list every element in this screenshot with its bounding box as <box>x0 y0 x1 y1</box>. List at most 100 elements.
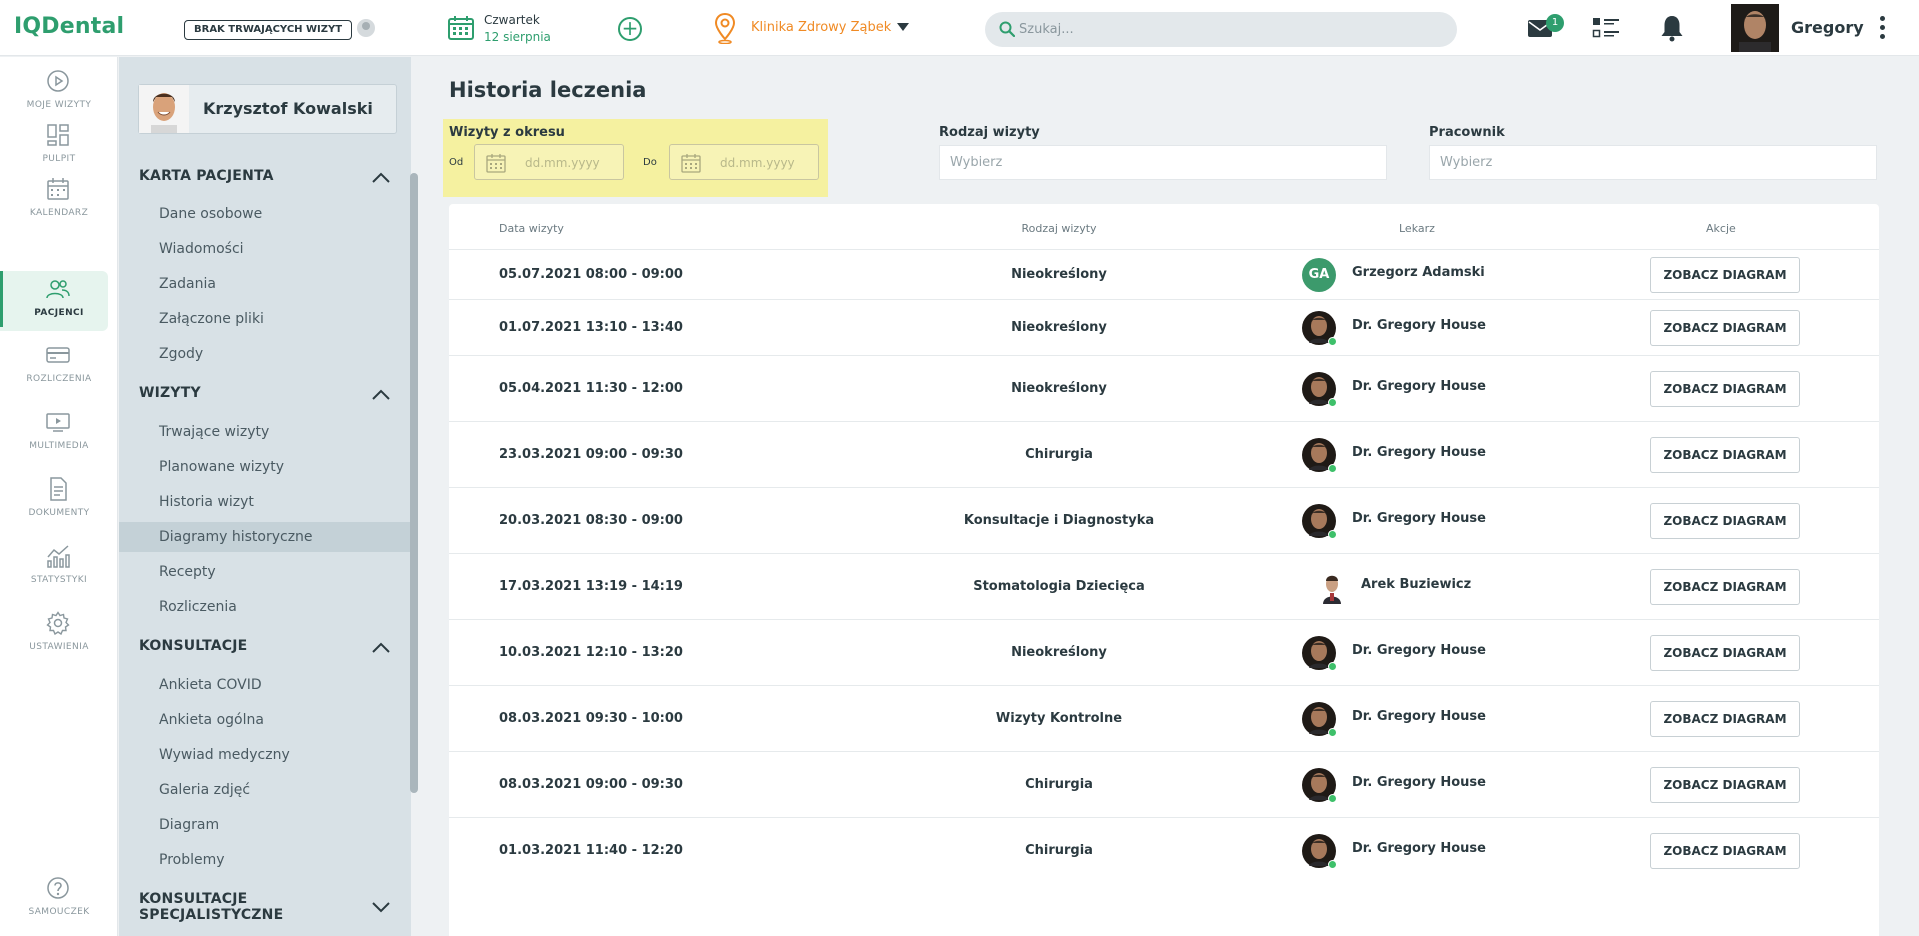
view-diagram-button[interactable]: ZOBACZ DIAGRAM <box>1650 635 1800 671</box>
clinic-selector[interactable]: Klinika Zdrowy Ząbek <box>751 20 891 35</box>
visit-date: 01.07.2021 13:10 - 13:40 <box>499 320 683 335</box>
date-from-input[interactable]: dd.mm.yyyy <box>474 144 624 180</box>
doctor-avatar <box>1302 636 1337 671</box>
visit-date: 05.07.2021 08:00 - 09:00 <box>499 267 683 282</box>
visit-type: Nieokreślony <box>1011 320 1107 335</box>
menu-item-general-survey[interactable]: Ankieta ogólna <box>119 705 411 735</box>
column-header-type[interactable]: Rodzaj wizyty <box>899 222 1219 235</box>
visit-period-filter: Wizyty z okresu Od dd.mm.yyyy Do dd.mm.y… <box>443 119 828 197</box>
search-input[interactable] <box>1019 12 1439 47</box>
view-diagram-button[interactable]: ZOBACZ DIAGRAM <box>1650 701 1800 737</box>
table-row: 08.03.2021 09:00 - 09:30 Chirurgia Dr. Gre… <box>449 751 1879 817</box>
chevron-up-icon[interactable] <box>371 640 391 654</box>
table-row: 23.03.2021 09:00 - 09:30 Chirurgia Dr. Gre… <box>449 421 1879 487</box>
sidebar-scrollbar[interactable] <box>410 173 418 793</box>
doctor-initials: GA <box>1308 267 1330 282</box>
patient-card[interactable]: Krzysztof Kowalski <box>138 84 397 134</box>
section-visits[interactable]: WIZYTY <box>139 385 389 401</box>
doctor-name: Dr. Gregory House <box>1352 775 1486 790</box>
view-diagram-button[interactable]: ZOBACZ DIAGRAM <box>1650 371 1800 407</box>
online-status-dot <box>1328 464 1337 473</box>
chevron-down-icon[interactable] <box>897 23 909 31</box>
date-to-input[interactable]: dd.mm.yyyy <box>669 144 819 180</box>
menu-item-photo-gallery[interactable]: Galeria zdjęć <box>119 775 411 805</box>
nav-dashboard-label: PULPIT <box>42 154 76 164</box>
doctor-avatar <box>1302 768 1337 803</box>
section-specialist-consultations[interactable]: KONSULTACJE SPECJALISTYCZNE <box>139 891 389 923</box>
visits-table: Data wizyty Rodzaj wizyty Lekarz Akcje 0… <box>449 204 1879 936</box>
menu-item-visit-history[interactable]: Historia wizyt <box>119 487 411 517</box>
menu-item-problems[interactable]: Problemy <box>119 845 411 875</box>
menu-item-attachments[interactable]: Załączone pliki <box>119 304 411 334</box>
menu-item-covid-survey[interactable]: Ankieta COVID <box>119 670 411 700</box>
add-button[interactable]: + <box>618 17 642 41</box>
section-patient-card[interactable]: KARTA PACJENTA <box>139 168 389 184</box>
user-avatar[interactable] <box>1731 4 1779 52</box>
menu-item-diagram[interactable]: Diagram <box>119 810 411 840</box>
view-diagram-button[interactable]: ZOBACZ DIAGRAM <box>1650 569 1800 605</box>
doctor-name: Dr. Gregory House <box>1352 709 1486 724</box>
employee-select[interactable]: Wybierz <box>1429 145 1877 180</box>
view-diagram-button[interactable]: ZOBACZ DIAGRAM <box>1650 833 1800 869</box>
view-diagram-button[interactable]: ZOBACZ DIAGRAM <box>1650 310 1800 346</box>
nav-billing[interactable]: ROZLICZENIA <box>0 337 108 397</box>
task-list-icon[interactable] <box>1592 16 1620 42</box>
bell-icon[interactable] <box>1659 14 1685 42</box>
no-active-visits-badge[interactable]: BRAK TRWAJĄCYCH WIZYT <box>184 20 353 40</box>
nav-dashboard[interactable]: PULPIT <box>0 117 108 177</box>
visit-type-label: Rodzaj wizyty <box>939 125 1040 140</box>
nav-statistics[interactable]: STATYSTYKI <box>0 538 108 598</box>
menu-item-settlements[interactable]: Rozliczenia <box>119 592 411 622</box>
visit-date: 01.03.2021 11:40 - 12:20 <box>499 843 683 858</box>
location-pin-icon <box>714 12 736 44</box>
view-diagram-button[interactable]: ZOBACZ DIAGRAM <box>1650 767 1800 803</box>
menu-item-messages[interactable]: Wiadomości <box>119 234 411 264</box>
app-logo[interactable]: IQDental <box>14 14 124 39</box>
help-icon <box>47 877 69 899</box>
nav-documents[interactable]: DOKUMENTY <box>0 471 108 531</box>
nav-patients[interactable]: PACJENCI <box>0 271 108 331</box>
visit-type: Konsultacje i Diagnostyka <box>963 513 1155 528</box>
menu-item-medical-interview[interactable]: Wywiad medyczny <box>119 740 411 770</box>
visit-type-select[interactable]: Wybierz <box>939 145 1387 180</box>
online-status-dot <box>1328 794 1337 803</box>
view-diagram-button[interactable]: ZOBACZ DIAGRAM <box>1650 503 1800 539</box>
menu-item-personal-data[interactable]: Dane osobowe <box>119 199 411 229</box>
column-header-date[interactable]: Data wizyty <box>499 222 564 235</box>
nav-my-visits[interactable]: MOJE WIZYTY <box>0 63 108 123</box>
view-diagram-button[interactable]: ZOBACZ DIAGRAM <box>1650 257 1800 293</box>
chevron-up-icon[interactable] <box>371 170 391 184</box>
visit-date: 05.04.2021 11:30 - 12:00 <box>499 381 683 396</box>
menu-item-historical-diagrams[interactable]: Diagramy historyczne <box>119 522 411 552</box>
user-name[interactable]: Gregory <box>1791 18 1864 37</box>
date-from-placeholder: dd.mm.yyyy <box>525 156 600 170</box>
column-header-doctor[interactable]: Lekarz <box>1399 222 1435 235</box>
nav-settings[interactable]: USTAWIENIA <box>0 605 108 665</box>
menu-item-consents[interactable]: Zgody <box>119 339 411 369</box>
chevron-down-icon[interactable] <box>371 900 391 914</box>
menu-item-ongoing-visits[interactable]: Trwające wizyty <box>119 417 411 447</box>
view-diagram-button[interactable]: ZOBACZ DIAGRAM <box>1650 437 1800 473</box>
online-status-dot <box>1328 530 1337 539</box>
chevron-up-icon[interactable] <box>371 387 391 401</box>
nav-calendar[interactable]: KALENDARZ <box>0 171 108 231</box>
patient-name: Krzysztof Kowalski <box>203 99 373 118</box>
visit-type: Nieokreślony <box>1011 267 1107 282</box>
doctor-name: Dr. Gregory House <box>1352 318 1486 333</box>
online-status-dot <box>1328 728 1337 737</box>
menu-item-tasks[interactable]: Zadania <box>119 269 411 299</box>
search-icon <box>999 21 1015 37</box>
doctor-avatar <box>1302 834 1337 869</box>
calendar-icon <box>681 154 701 173</box>
more-menu-icon[interactable] <box>1877 14 1887 44</box>
section-consultations[interactable]: KONSULTACJE <box>139 638 389 654</box>
menu-item-prescriptions[interactable]: Recepty <box>119 557 411 587</box>
current-visit-avatar-icon <box>357 19 375 37</box>
date-to-placeholder: dd.mm.yyyy <box>720 156 795 170</box>
nav-tutorial[interactable]: SAMOUCZEK <box>0 870 108 930</box>
doctor-name: Dr. Gregory House <box>1352 643 1486 658</box>
calendar-icon <box>486 154 506 173</box>
nav-multimedia[interactable]: MULTIMEDIA <box>0 404 108 464</box>
menu-item-planned-visits[interactable]: Planowane wizyty <box>119 452 411 482</box>
column-header-actions: Akcje <box>1706 222 1736 235</box>
